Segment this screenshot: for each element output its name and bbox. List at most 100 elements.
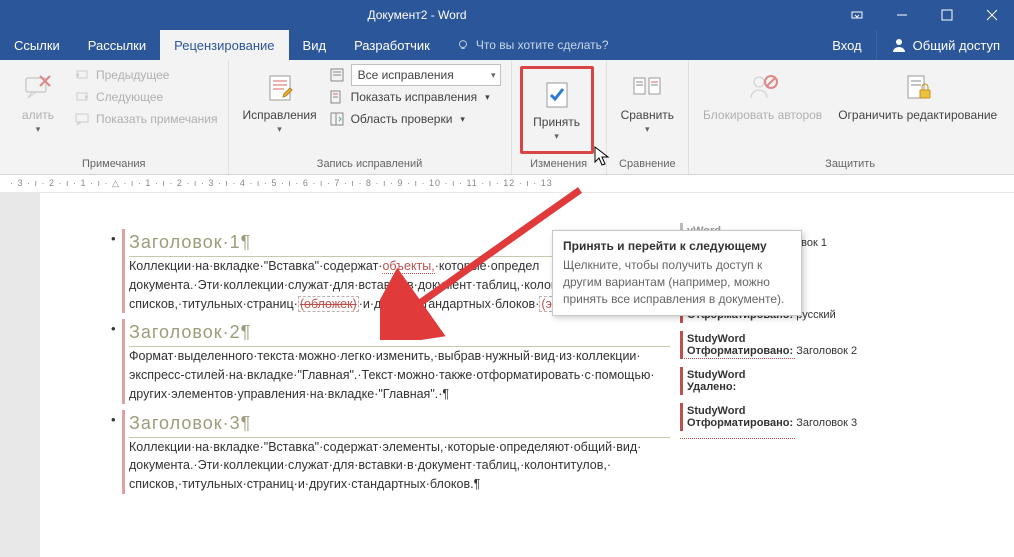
share-button[interactable]: Общий доступ bbox=[876, 30, 1014, 60]
track-changes-button[interactable]: Исправления ▾ bbox=[235, 64, 325, 156]
paragraph[interactable]: документа.·Эти·коллекции·служат·для·вста… bbox=[129, 456, 670, 475]
person-icon bbox=[891, 37, 907, 53]
next-comment-button: Следующее bbox=[70, 86, 222, 108]
close-button[interactable] bbox=[969, 0, 1014, 30]
track-changes-label: Исправления bbox=[243, 108, 317, 122]
block-authors-icon bbox=[747, 72, 779, 104]
tab-mailings[interactable]: Рассылки bbox=[74, 30, 160, 60]
markup-author: StudyWord bbox=[687, 369, 892, 381]
horizontal-ruler[interactable]: · 3 · ı · 2 · ı · 1 · ı · △ · ı · 1 · ı … bbox=[0, 175, 1014, 193]
show-comments-icon bbox=[74, 111, 90, 127]
compare-label: Сравнить bbox=[621, 108, 674, 122]
restrict-editing-button[interactable]: Ограничить редактирование bbox=[830, 64, 1005, 156]
delete-comment-icon bbox=[22, 72, 54, 104]
markup-item[interactable]: StudyWord Отформатировано: Заголовок 2 bbox=[680, 331, 896, 359]
group-compare-label: Сравнение bbox=[613, 156, 682, 174]
minimize-button[interactable] bbox=[879, 0, 924, 30]
title-bar: Документ2 - Word bbox=[0, 0, 1014, 30]
restrict-editing-label: Ограничить редактирование bbox=[838, 108, 997, 122]
caret-icon: ▾ bbox=[485, 92, 490, 103]
text: Коллекции·на·вкладке·"Вставка"·содержат· bbox=[129, 259, 382, 273]
accept-highlight-box: Принять ▾ bbox=[520, 66, 594, 154]
lightbulb-icon bbox=[456, 38, 470, 52]
heading-2[interactable]: Заголовок·2¶ bbox=[129, 319, 670, 347]
tab-references[interactable]: Ссылки bbox=[0, 30, 74, 60]
window-controls bbox=[834, 0, 1014, 30]
show-comments-label: Показать примечания bbox=[96, 112, 218, 126]
tab-review[interactable]: Рецензирование bbox=[160, 30, 288, 60]
markup-action: Отформатировано: Заголовок 3 bbox=[687, 417, 892, 429]
markup-item[interactable]: StudyWord Удалено: bbox=[680, 367, 896, 395]
document-area: · 3 · ı · 2 · ı · 1 · ı · △ · ı · 1 · ı … bbox=[0, 175, 1014, 557]
signin-link[interactable]: Вход bbox=[818, 30, 875, 60]
markup-item[interactable]: StudyWord Отформатировано: Заголовок 3 bbox=[680, 403, 896, 431]
deleted-text: (обложек) bbox=[298, 296, 359, 312]
text: списков,·титульных·страниц· bbox=[129, 297, 298, 311]
markup-action: Удалено: bbox=[687, 381, 892, 393]
reviewing-pane-button[interactable]: Область проверки ▾ bbox=[325, 108, 505, 130]
group-compare: Сравнить ▾ Сравнение bbox=[607, 60, 689, 174]
window-title: Документ2 - Word bbox=[0, 8, 834, 22]
tab-developer[interactable]: Разработчик bbox=[340, 30, 444, 60]
track-changes-icon bbox=[264, 72, 296, 104]
display-for-review-dropdown[interactable]: Все исправления bbox=[351, 64, 501, 86]
maximize-button[interactable] bbox=[924, 0, 969, 30]
caret-icon: ▾ bbox=[645, 124, 650, 135]
group-changes: Принять ▾ Изменения bbox=[512, 60, 607, 174]
markup-action: Отформатировано: Заголовок 2 bbox=[687, 345, 892, 357]
tooltip-body: Щелкните, чтобы получить доступ к другим… bbox=[563, 257, 791, 307]
paragraph[interactable]: других·элементов·управления·на·вкладке·"… bbox=[129, 385, 670, 404]
accept-label: Принять bbox=[533, 115, 580, 129]
display-icon bbox=[329, 67, 345, 83]
left-gutter bbox=[0, 193, 40, 557]
group-protect-label: Защитить bbox=[695, 156, 1005, 174]
restrict-editing-icon bbox=[902, 72, 934, 104]
block-authors-button: Блокировать авторов bbox=[695, 64, 830, 156]
paragraph[interactable]: Формат·выделенного·текста·можно·легко·из… bbox=[129, 347, 670, 366]
tooltip-title: Принять и перейти к следующему bbox=[563, 239, 791, 253]
heading-2-block: Заголовок·2¶ Формат·выделенного·текста·м… bbox=[122, 319, 670, 403]
heading-3-block: Заголовок·3¶ Коллекции·на·вкладке·"Встав… bbox=[122, 410, 670, 494]
compare-icon bbox=[631, 72, 663, 104]
prev-comment-icon bbox=[74, 67, 90, 83]
paragraph[interactable]: Коллекции·на·вкладке·"Вставка"·содержат·… bbox=[129, 438, 670, 457]
text: ·которые·определ bbox=[435, 259, 540, 273]
ribbon-options-icon[interactable] bbox=[834, 0, 879, 30]
group-comments: алить ▾ Предыдущее Следующее Показать пр… bbox=[0, 60, 229, 174]
group-tracking-label: Запись исправлений bbox=[235, 156, 505, 174]
show-markup-button[interactable]: Показать исправления ▾ bbox=[325, 86, 505, 108]
connector-line bbox=[680, 358, 795, 359]
compare-button[interactable]: Сравнить ▾ bbox=[613, 64, 682, 156]
share-label: Общий доступ bbox=[913, 38, 1000, 53]
ribbon-tabs: Ссылки Рассылки Рецензирование Вид Разра… bbox=[0, 30, 1014, 60]
caret-icon: ▾ bbox=[554, 131, 559, 142]
tab-view[interactable]: Вид bbox=[289, 30, 341, 60]
tell-me-search[interactable]: Что вы хотите сделать? bbox=[444, 30, 621, 60]
reviewing-pane-label: Область проверки bbox=[351, 112, 453, 126]
caret-icon: ▾ bbox=[277, 124, 282, 135]
show-markup-icon bbox=[329, 89, 345, 105]
reviewing-pane-icon bbox=[329, 111, 345, 127]
group-tracking: Исправления ▾ Все исправления Показать и… bbox=[229, 60, 512, 174]
group-protect: Блокировать авторов Ограничить редактиро… bbox=[689, 60, 1011, 174]
delete-comment-label: алить bbox=[22, 108, 54, 122]
markup-author: StudyWord bbox=[687, 405, 892, 417]
block-authors-label: Блокировать авторов bbox=[703, 108, 822, 122]
tell-me-placeholder: Что вы хотите сделать? bbox=[476, 38, 609, 52]
prev-comment-label: Предыдущее bbox=[96, 68, 169, 82]
display-for-review-row: Все исправления bbox=[325, 64, 505, 86]
connector-line bbox=[680, 438, 795, 439]
show-markup-label: Показать исправления bbox=[351, 90, 478, 104]
paragraph[interactable]: списков,·титульных·страниц·и·других·стан… bbox=[129, 475, 670, 494]
inserted-text: объекты, bbox=[382, 259, 434, 274]
accept-button[interactable]: Принять ▾ bbox=[525, 71, 589, 146]
group-comments-label: Примечания bbox=[6, 156, 222, 174]
next-comment-icon bbox=[74, 89, 90, 105]
group-changes-label: Изменения bbox=[518, 156, 600, 174]
paragraph[interactable]: экспресс-стилей·на·вкладке·"Главная".·Те… bbox=[129, 366, 670, 385]
delete-comment-button: алить ▾ bbox=[6, 64, 70, 156]
heading-3[interactable]: Заголовок·3¶ bbox=[129, 410, 670, 438]
ribbon: алить ▾ Предыдущее Следующее Показать пр… bbox=[0, 60, 1014, 175]
tooltip: Принять и перейти к следующему Щелкните,… bbox=[552, 230, 802, 316]
next-comment-label: Следующее bbox=[96, 90, 163, 104]
